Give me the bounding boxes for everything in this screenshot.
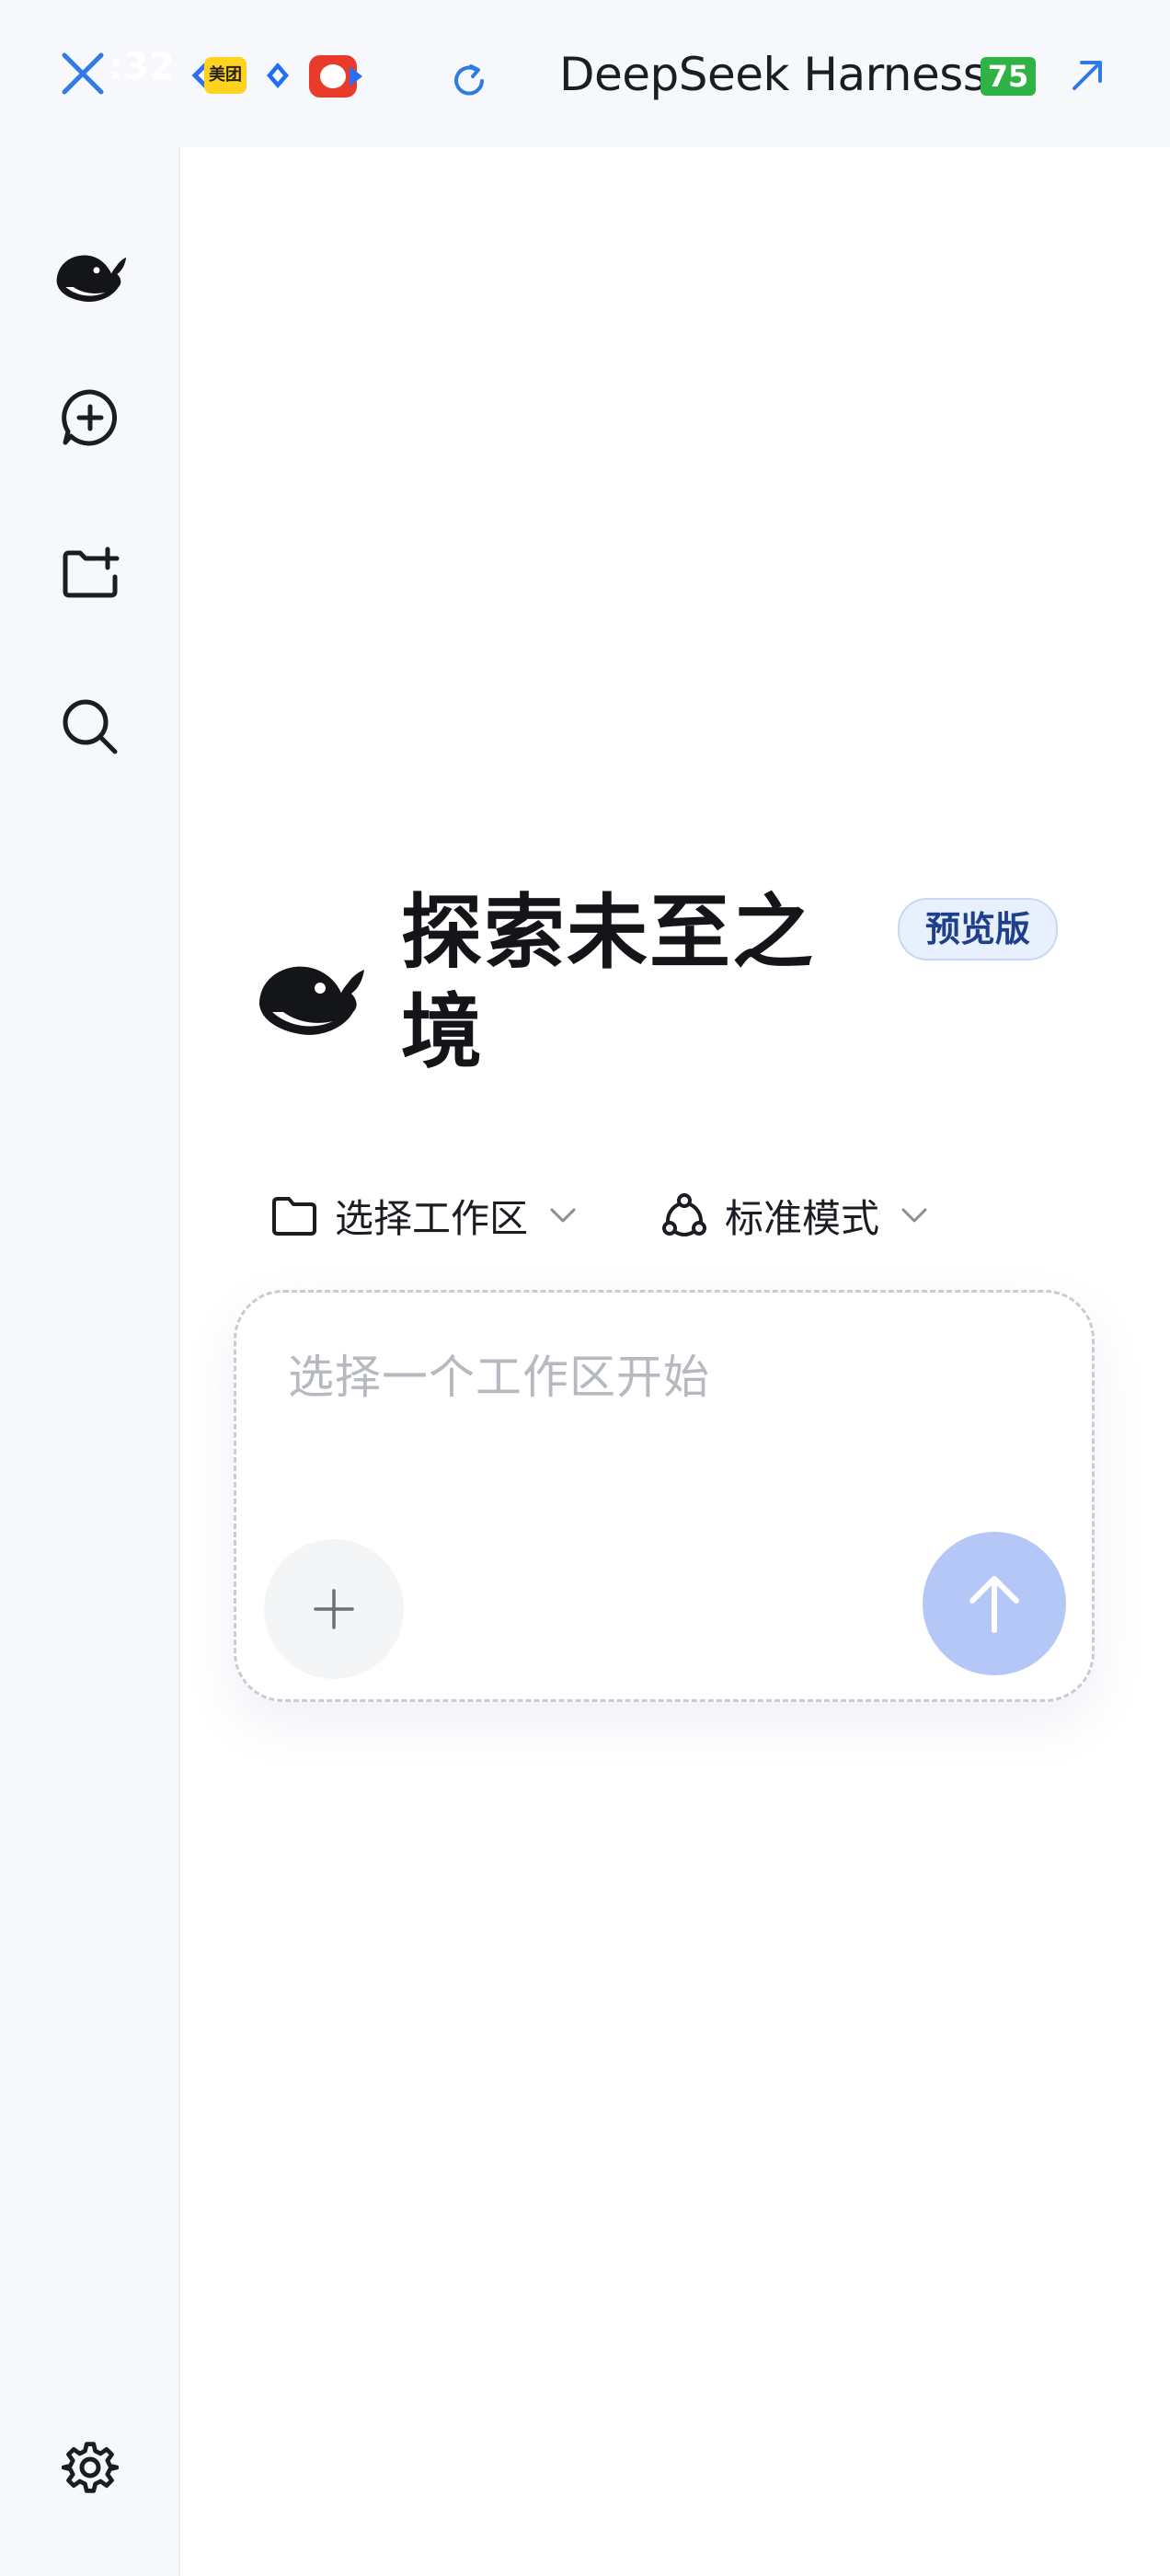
tmall-app-icon[interactable] (309, 55, 362, 98)
workspace-selector-label: 选择工作区 (335, 1195, 529, 1241)
battery-indicator: 75 (981, 57, 1036, 96)
message-composer: 选择一个工作区开始 (234, 1290, 1095, 1702)
mode-nodes-icon (662, 1193, 706, 1236)
hero-section: 探索未至之境 预览版 (254, 883, 1082, 1086)
app-title: DeepSeek Harness (559, 48, 987, 101)
workspace-selector[interactable]: 选择工作区 (270, 1183, 578, 1248)
refresh-icon[interactable] (449, 61, 489, 101)
folder-icon (272, 1197, 316, 1236)
sidebar-logo-button[interactable] (50, 234, 131, 315)
page-title: 探索未至之境 (401, 885, 816, 1079)
new-workspace-icon (63, 546, 120, 598)
plus-icon (314, 1589, 354, 1629)
attach-button[interactable] (264, 1539, 404, 1679)
settings-button[interactable] (50, 2427, 131, 2508)
meituan-label: 美团 (209, 65, 242, 85)
search-button[interactable] (50, 686, 131, 767)
send-button[interactable] (923, 1532, 1066, 1675)
new-chat-button[interactable] (50, 377, 131, 458)
preview-badge: 预览版 (898, 898, 1059, 960)
selector-row: 选择工作区 标准模式 (270, 1183, 1098, 1248)
deepseek-logo-icon (56, 255, 127, 303)
arrow-up-icon (969, 1576, 1019, 1633)
mode-selector-label: 标准模式 (725, 1195, 880, 1241)
status-clock: :32 (109, 46, 175, 88)
search-icon (63, 699, 118, 754)
meituan-app-icon[interactable]: 美团 (204, 57, 247, 94)
settings-icon (62, 2442, 119, 2493)
open-external-icon[interactable] (1067, 55, 1107, 96)
chevron-down-icon (550, 1208, 576, 1223)
deepseek-logo-icon (259, 966, 364, 1035)
top-bar: :32 美团 DeepSeek Harness 75 (0, 0, 1170, 147)
sidebar (0, 147, 180, 2576)
new-chat-icon (62, 389, 118, 446)
chevron-down-icon (901, 1208, 927, 1223)
new-workspace-button[interactable] (50, 534, 131, 615)
message-input[interactable]: 选择一个工作区开始 (288, 1340, 710, 1407)
diamond-app-icon[interactable] (265, 61, 291, 90)
close-icon[interactable] (59, 50, 107, 98)
mode-selector[interactable]: 标准模式 (660, 1183, 929, 1248)
